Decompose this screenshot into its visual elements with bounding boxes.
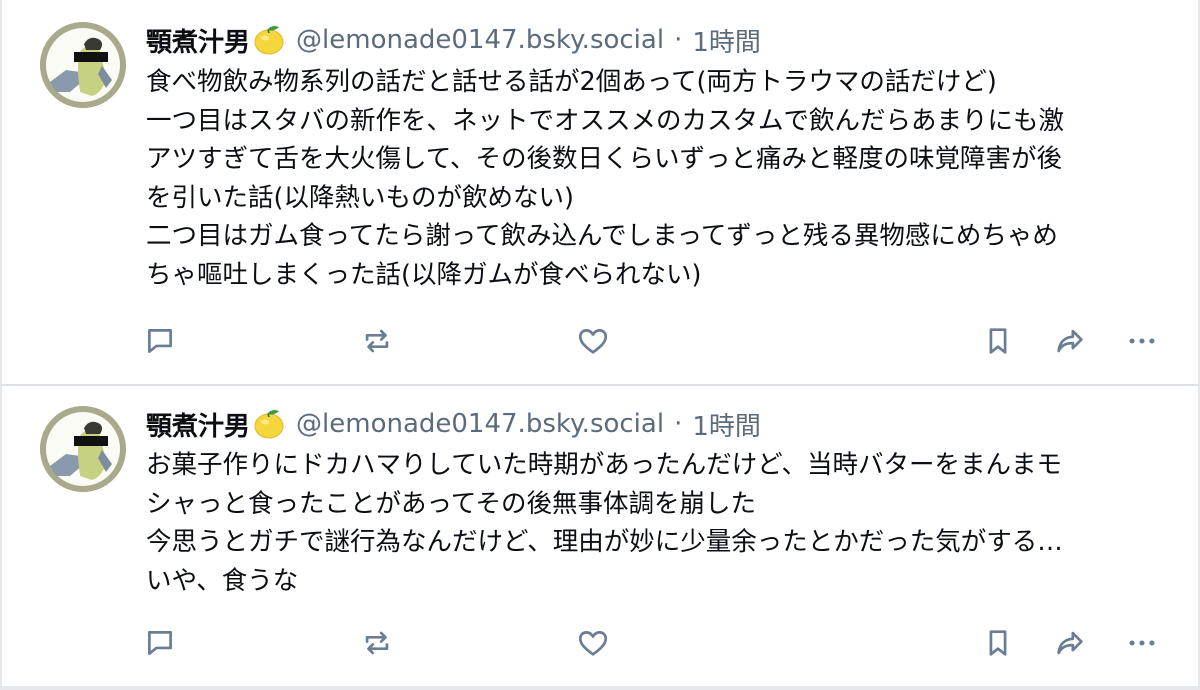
- share-button[interactable]: [1050, 321, 1090, 361]
- lemon-icon: [252, 24, 286, 56]
- author-display-name[interactable]: 顎煮汁男: [146, 22, 250, 59]
- post[interactable]: 顎煮汁男 @lemonade0147.bsky.social · 1時間 食べ物…: [0, 0, 1200, 384]
- lemon-icon: [252, 408, 286, 440]
- share-button[interactable]: [1050, 623, 1090, 663]
- post-text-line: シャっと食ったことがあってその後無事体調を崩した: [146, 488, 756, 519]
- bookmark-icon: [989, 630, 1007, 656]
- reply-icon: [148, 329, 172, 353]
- author-handle[interactable]: @lemonade0147.bsky.social: [296, 25, 664, 55]
- timestamp[interactable]: 1時間: [692, 406, 761, 443]
- more-button[interactable]: [1122, 623, 1162, 663]
- post-text-line: 二つ目はガム食ってたら謝って飲み込んでしまってずっと残る異物感にめちゃめ: [146, 221, 1058, 252]
- post-header: 顎煮汁男 @lemonade0147.bsky.social · 1時間: [146, 20, 761, 60]
- post-text-line: お菓子作りにドカハマりしていた時期があったんだけど、当時バターをまんまモ: [146, 450, 1062, 480]
- repost-icon: [365, 329, 389, 353]
- post-actions: [2, 623, 1200, 663]
- share-icon: [1057, 631, 1083, 655]
- post-header: 顎煮汁男 @lemonade0147.bsky.social · 1時間: [146, 404, 761, 444]
- repost-icon: [365, 631, 389, 655]
- reply-icon: [148, 631, 172, 655]
- separator-dot: ·: [674, 409, 683, 439]
- avatar[interactable]: [40, 406, 126, 492]
- post-text-line: いや、食うな: [146, 565, 299, 596]
- timestamp[interactable]: 1時間: [692, 22, 761, 59]
- post-feed: 顎煮汁男 @lemonade0147.bsky.social · 1時間 食べ物…: [0, 0, 1200, 690]
- separator-dot: ·: [674, 25, 683, 55]
- post-text-line: を引いた話(以降熱いものが飲めない): [146, 182, 574, 213]
- post-text-line: アツすぎて舌を大火傷して、その後数日くらいずっと痛みと軽度の味覚障害が後: [146, 144, 1062, 175]
- author-handle[interactable]: @lemonade0147.bsky.social: [296, 409, 664, 439]
- avatar[interactable]: [40, 22, 126, 108]
- post-text-line: 食べ物飲み物系列の話だと話せる話が2個あって(両方トラウマの話だけど): [146, 67, 997, 97]
- post[interactable]: 顎煮汁男 @lemonade0147.bsky.social · 1時間 お菓子…: [0, 384, 1200, 690]
- like-button[interactable]: [573, 321, 613, 361]
- more-icon: [1129, 338, 1155, 344]
- bookmark-button[interactable]: [978, 321, 1018, 361]
- post-text-line: 今思うとガチで謎行為なんだけど、理由が妙に少量余ったとかだった気がする…: [146, 527, 1063, 558]
- bookmark-button[interactable]: [978, 623, 1018, 663]
- like-icon: [578, 631, 608, 656]
- post-text-line: ちゃ嘔吐しまくった話(以降ガムが食べられない): [146, 259, 702, 290]
- more-button[interactable]: [1122, 321, 1162, 361]
- post-text-line: 一つ目はスタバの新作を、ネットでオススメのカスタムで飲んだらあまりにも激: [146, 105, 1065, 136]
- repost-button[interactable]: [357, 623, 397, 663]
- like-icon: [578, 329, 608, 354]
- post-text: お菓子作りにドカハマりしていた時期があったんだけど、当時バターをまんまモ シャっ…: [146, 446, 1176, 600]
- bookmark-icon: [989, 328, 1007, 354]
- repost-button[interactable]: [357, 321, 397, 361]
- share-icon: [1057, 329, 1083, 353]
- author-display-name[interactable]: 顎煮汁男: [146, 406, 250, 443]
- reply-button[interactable]: [140, 321, 180, 361]
- post-text: 食べ物飲み物系列の話だと話せる話が2個あって(両方トラウマの話だけど) 一つ目は…: [146, 63, 1176, 295]
- post-actions: [2, 321, 1200, 361]
- like-button[interactable]: [573, 623, 613, 663]
- more-icon: [1129, 640, 1155, 646]
- feed-divider: [0, 686, 1200, 690]
- reply-button[interactable]: [140, 623, 180, 663]
